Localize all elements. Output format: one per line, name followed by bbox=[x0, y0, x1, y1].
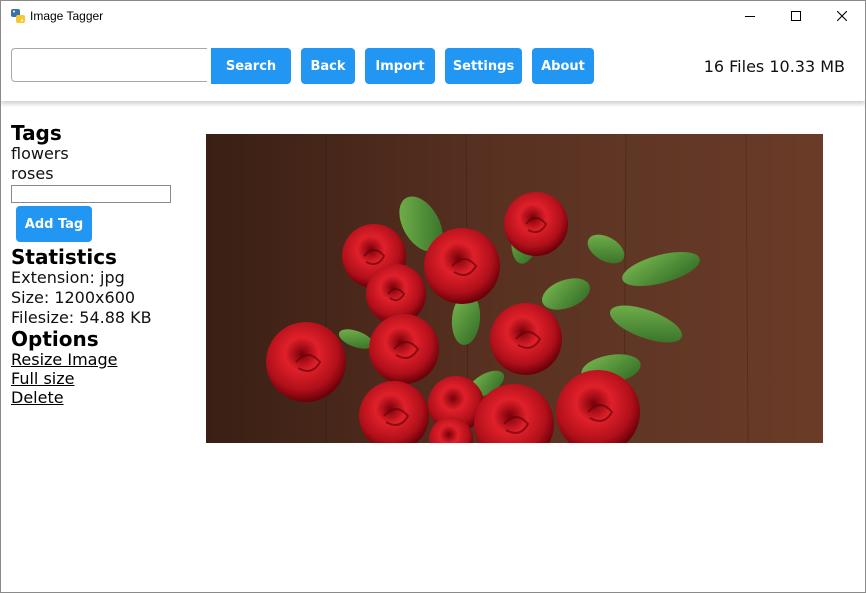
maximize-icon bbox=[791, 11, 801, 21]
tag-item: flowers bbox=[11, 144, 69, 163]
search-button[interactable]: Search bbox=[211, 48, 291, 84]
image-preview[interactable] bbox=[206, 134, 823, 443]
minimize-button[interactable] bbox=[727, 1, 773, 31]
about-button[interactable]: About bbox=[532, 48, 594, 84]
tag-item: roses bbox=[11, 164, 54, 183]
minimize-icon bbox=[745, 16, 755, 17]
tags-heading: Tags bbox=[11, 121, 62, 145]
options-heading: Options bbox=[11, 327, 99, 351]
maximize-button[interactable] bbox=[773, 1, 819, 31]
roses-image bbox=[206, 134, 823, 443]
resize-image-link[interactable]: Resize Image bbox=[11, 350, 191, 369]
sidebar: Tags flowers roses Add Tag Statistics Ex… bbox=[11, 122, 191, 407]
stat-extension: Extension: jpg bbox=[11, 268, 125, 287]
app-window: Image Tagger Search Back Import Settings… bbox=[0, 0, 866, 593]
import-button[interactable]: Import bbox=[365, 48, 435, 84]
toolbar: Search Back Import Settings About 16 Fil… bbox=[1, 31, 865, 101]
title-bar: Image Tagger bbox=[1, 1, 865, 31]
full-size-link[interactable]: Full size bbox=[11, 369, 191, 388]
python-icon bbox=[10, 8, 26, 24]
add-tag-button[interactable]: Add Tag bbox=[16, 206, 92, 242]
stat-filesize: Filesize: 54.88 KB bbox=[11, 308, 152, 327]
delete-link[interactable]: Delete bbox=[11, 388, 191, 407]
close-button[interactable] bbox=[819, 1, 865, 31]
back-button[interactable]: Back bbox=[301, 48, 355, 84]
tag-input[interactable] bbox=[11, 185, 171, 203]
search-input[interactable] bbox=[11, 48, 207, 82]
statistics-heading: Statistics bbox=[11, 245, 117, 269]
window-title: Image Tagger bbox=[30, 9, 104, 23]
library-summary: 16 Files 10.33 MB bbox=[703, 57, 845, 76]
stat-size: Size: 1200x600 bbox=[11, 288, 136, 307]
settings-button[interactable]: Settings bbox=[445, 48, 522, 84]
close-icon bbox=[837, 11, 847, 21]
